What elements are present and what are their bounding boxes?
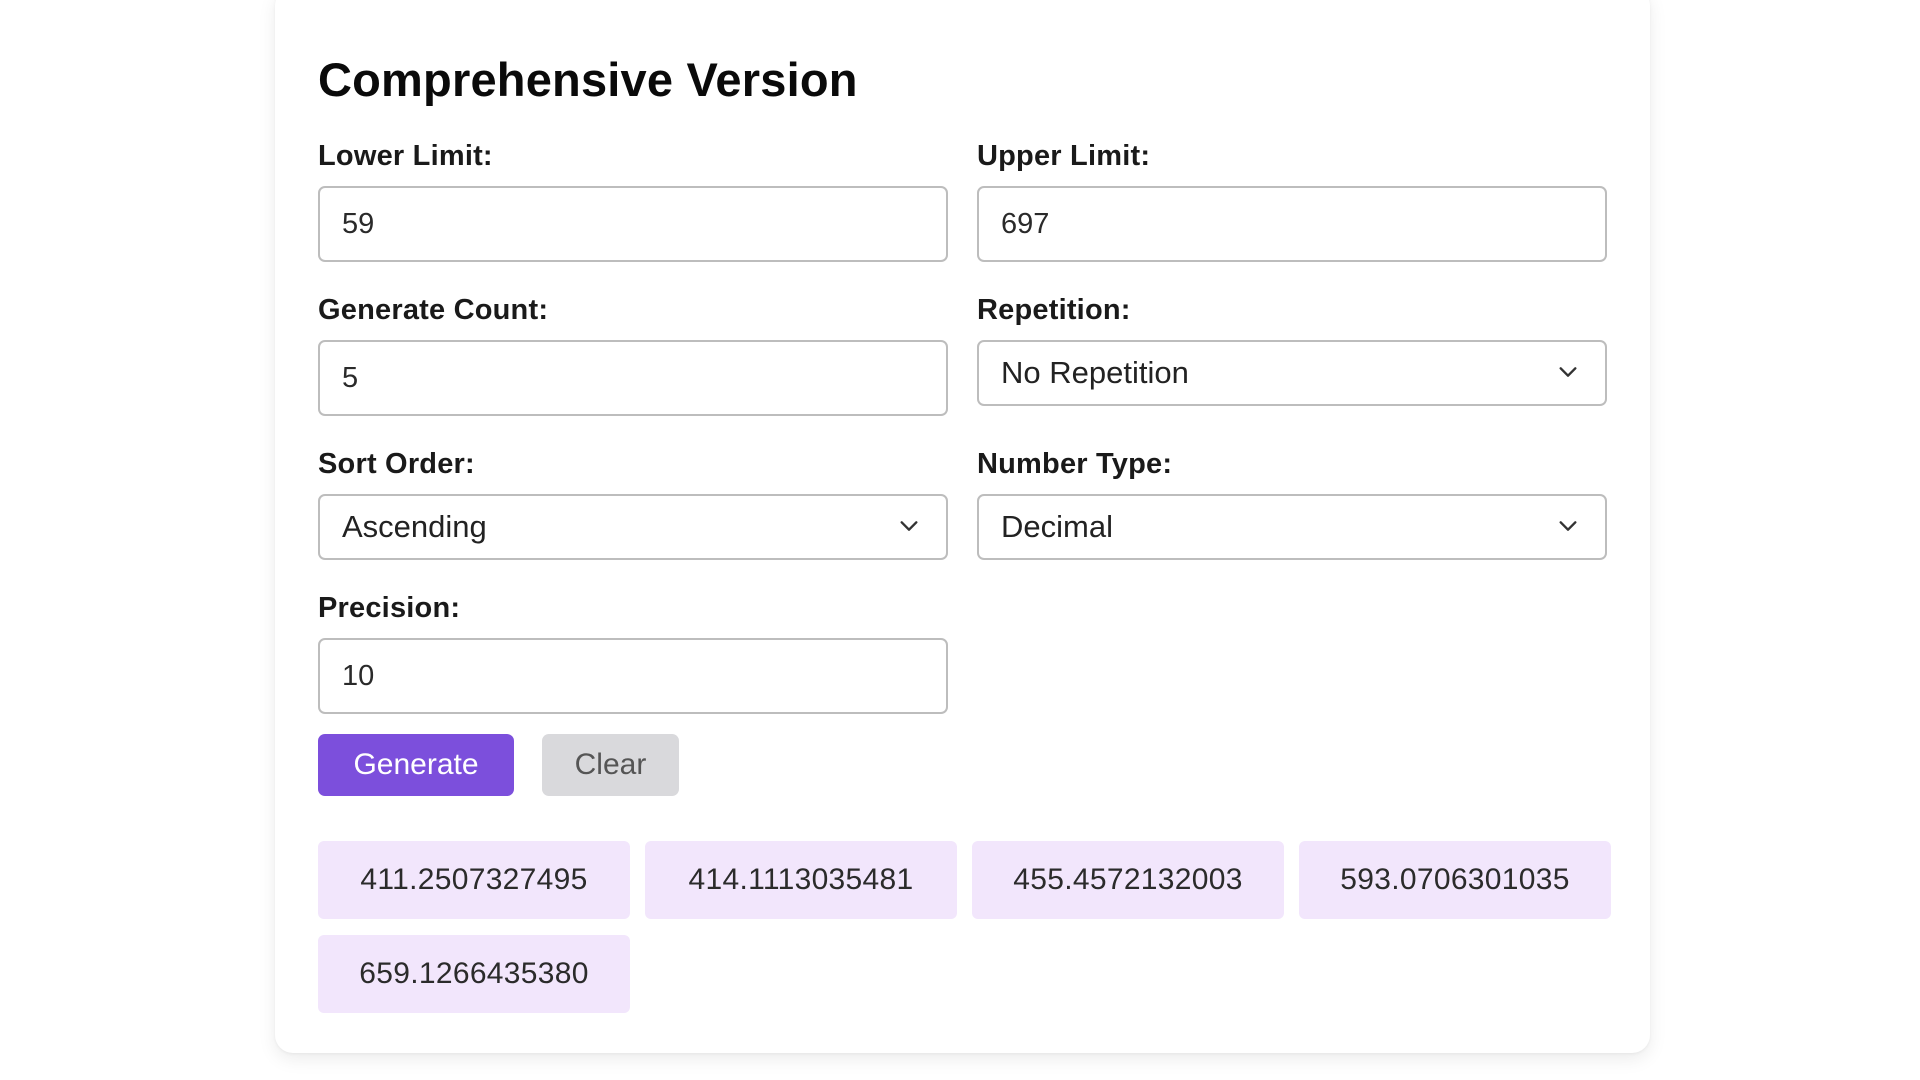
sort-order-select[interactable]: Ascending — [318, 494, 948, 560]
result-chip: 659.1266435380 — [318, 935, 630, 1013]
result-chip: 414.1113035481 — [645, 841, 957, 919]
number-type-label: Number Type: — [977, 448, 1173, 480]
generate-count-input[interactable] — [318, 340, 948, 416]
result-chip: 455.4572132003 — [972, 841, 1284, 919]
sort-order-field: Sort Order: Ascending — [318, 446, 948, 560]
sort-order-label: Sort Order: — [318, 448, 475, 480]
chevron-down-icon — [900, 521, 918, 531]
page-title: Comprehensive Version — [318, 53, 858, 106]
sort-order-select-value: Ascending — [342, 509, 487, 544]
chevron-down-icon — [1559, 367, 1577, 377]
repetition-field: Repetition: No Repetition — [977, 292, 1607, 406]
repetition-select[interactable]: No Repetition — [977, 340, 1607, 406]
chevron-down-icon — [1559, 521, 1577, 531]
clear-button[interactable]: Clear — [542, 734, 679, 796]
result-chip: 593.0706301035 — [1299, 841, 1611, 919]
precision-field: Precision: — [318, 590, 948, 714]
lower-limit-label: Lower Limit: — [318, 140, 493, 172]
repetition-select-value: No Repetition — [1001, 355, 1189, 390]
number-type-select[interactable]: Decimal — [977, 494, 1607, 560]
generate-count-label: Generate Count: — [318, 294, 549, 326]
upper-limit-label: Upper Limit: — [977, 140, 1151, 172]
upper-limit-input[interactable] — [977, 186, 1607, 262]
precision-label: Precision: — [318, 592, 461, 624]
generate-button[interactable]: Generate — [318, 734, 514, 796]
result-chip: 411.2507327495 — [318, 841, 630, 919]
generator-card: Comprehensive Version Lower Limit: Upper… — [275, 0, 1650, 1053]
lower-limit-input[interactable] — [318, 186, 948, 262]
upper-limit-field: Upper Limit: — [977, 138, 1607, 262]
lower-limit-field: Lower Limit: — [318, 138, 948, 262]
generate-count-field: Generate Count: — [318, 292, 948, 416]
precision-input[interactable] — [318, 638, 948, 714]
number-type-field: Number Type: Decimal — [977, 446, 1607, 560]
number-type-select-value: Decimal — [1001, 509, 1113, 544]
repetition-label: Repetition: — [977, 294, 1131, 326]
